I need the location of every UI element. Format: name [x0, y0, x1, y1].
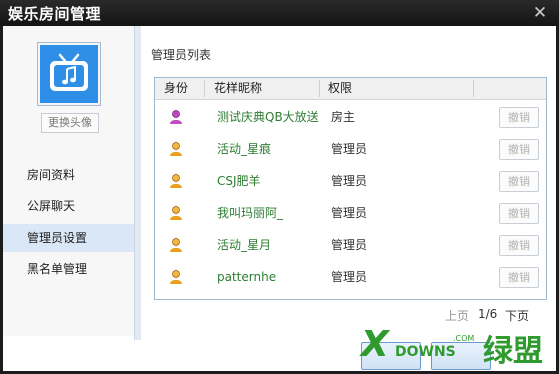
nickname-cell: CSJ肥羊 — [217, 174, 261, 188]
owner-person-icon — [168, 109, 184, 125]
admin-person-icon — [168, 205, 184, 221]
column-header-role[interactable]: 身份 — [164, 78, 188, 99]
sidebar: 更换头像 房间资料 公屏聊天 管理员设置 黑名单管理 — [3, 26, 134, 336]
panel-title: 管理员列表 — [151, 48, 212, 62]
revoke-button[interactable]: 撤销 — [499, 267, 539, 288]
admin-person-icon — [168, 141, 184, 157]
permission-cell: 管理员 — [331, 174, 368, 188]
table-header: 身份 花样昵称 权限 — [155, 78, 546, 100]
watermark-logo: X DOWNS .COM 绿盟 — [361, 324, 543, 369]
avatar[interactable] — [37, 42, 101, 106]
table-row[interactable]: 活动_星痕 管理员 撤销 — [155, 133, 546, 165]
pagination: 上页 1/6 下页 — [445, 307, 555, 323]
nickname-cell: 测试庆典QB大放送 — [217, 110, 319, 124]
table-row[interactable]: patternhe 管理员 撤销 — [155, 261, 546, 293]
change-avatar-button[interactable]: 更换头像 — [41, 113, 99, 133]
column-divider — [473, 80, 474, 97]
permission-cell: 管理员 — [331, 142, 368, 156]
music-tv-icon — [40, 45, 98, 103]
app-window: 娱乐房间管理 ✕ 更换头像 房间资料 公屏聊天 管理员设置 黑名单管理 管理员列… — [0, 0, 559, 374]
permission-cell: 管理员 — [331, 206, 368, 220]
title-bar: 娱乐房间管理 ✕ — [0, 0, 559, 26]
permission-cell: 管理员 — [331, 238, 368, 252]
revoke-button[interactable]: 撤销 — [499, 107, 539, 128]
sidebar-divider — [134, 26, 141, 340]
table-row[interactable]: 活动_星月 管理员 撤销 — [155, 229, 546, 261]
revoke-button[interactable]: 撤销 — [499, 203, 539, 224]
column-header-nickname[interactable]: 花样昵称 — [214, 78, 262, 99]
nickname-cell: patternhe — [217, 270, 277, 284]
sidebar-item-public-chat[interactable]: 公屏聊天 — [3, 192, 134, 220]
close-button[interactable]: ✕ — [529, 2, 551, 24]
revoke-button[interactable]: 撤销 — [499, 235, 539, 256]
nickname-cell: 我叫玛丽阿_ — [217, 206, 284, 220]
dialog-body: 更换头像 房间资料 公屏聊天 管理员设置 黑名单管理 管理员列表 身份 花样昵称… — [3, 26, 556, 371]
sidebar-item-admin-settings[interactable]: 管理员设置 — [3, 224, 134, 252]
page-indicator: 1/6 — [478, 307, 498, 321]
nickname-cell: 活动_星痕 — [217, 142, 272, 156]
table-row[interactable]: CSJ肥羊 管理员 撤销 — [155, 165, 546, 197]
revoke-button[interactable]: 撤销 — [499, 171, 539, 192]
nickname-cell: 活动_星月 — [217, 238, 272, 252]
table-row[interactable]: 我叫玛丽阿_ 管理员 撤销 — [155, 197, 546, 229]
admin-person-icon — [168, 269, 184, 285]
window-title: 娱乐房间管理 — [8, 5, 102, 23]
admin-table: 身份 花样昵称 权限 测试庆典QB大放送 房主 撤销 活动_星痕 管理员 撤销 … — [154, 77, 547, 300]
table-row[interactable]: 测试庆典QB大放送 房主 撤销 — [155, 101, 546, 133]
admin-person-icon — [168, 237, 184, 253]
permission-cell: 管理员 — [331, 270, 368, 284]
admin-person-icon — [168, 173, 184, 189]
column-header-permission[interactable]: 权限 — [328, 78, 352, 99]
sidebar-item-blacklist[interactable]: 黑名单管理 — [3, 255, 134, 283]
close-icon: ✕ — [532, 3, 548, 23]
sidebar-item-room-info[interactable]: 房间资料 — [3, 161, 134, 189]
permission-cell: 房主 — [331, 110, 356, 124]
revoke-button[interactable]: 撤销 — [499, 139, 539, 160]
column-divider — [204, 80, 205, 97]
column-divider — [319, 80, 320, 97]
